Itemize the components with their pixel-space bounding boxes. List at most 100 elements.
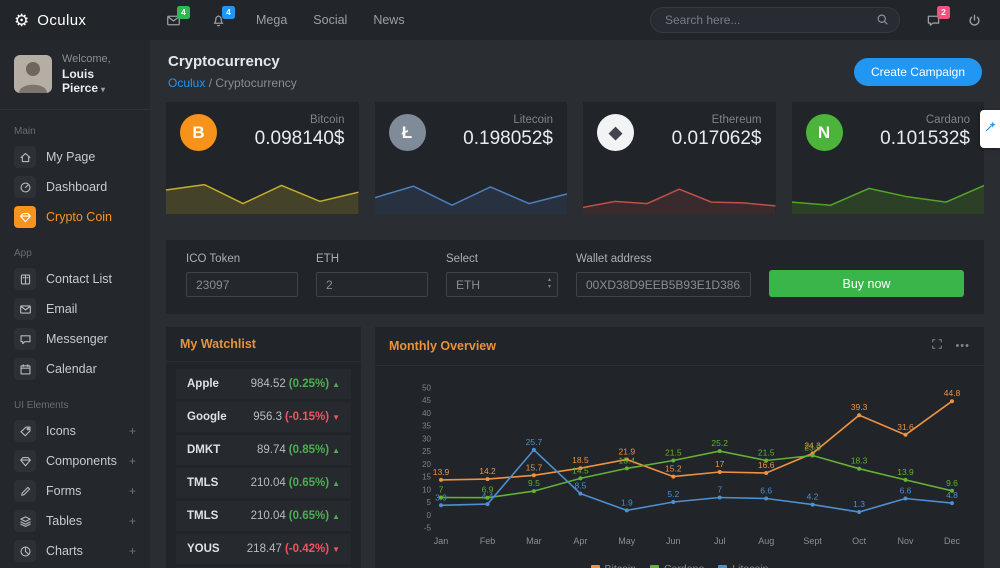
- user-card[interactable]: Welcome, Louis Pierce▾: [0, 53, 150, 110]
- sidebar-item-my-page[interactable]: My Page: [14, 142, 136, 172]
- watchlist-row[interactable]: YOUS218.47(-0.42%)▼: [176, 534, 351, 564]
- sidebar-section-label: UI Elements: [14, 400, 136, 411]
- search-icon[interactable]: [876, 13, 889, 31]
- expand-icon[interactable]: +: [129, 454, 136, 468]
- svg-text:Jul: Jul: [714, 536, 726, 546]
- expand-icon[interactable]: +: [129, 424, 136, 438]
- svg-text:Mar: Mar: [526, 536, 542, 546]
- user-name[interactable]: Louis Pierce▾: [62, 67, 140, 95]
- watchlist-row[interactable]: TMLS210.04(0.65%)▲: [176, 468, 351, 498]
- fullscreen-icon[interactable]: [931, 337, 943, 355]
- bell-icon[interactable]: 4: [211, 13, 226, 28]
- nav-links: Mega Social News: [256, 13, 405, 27]
- sidebar-item-dashboard[interactable]: Dashboard: [14, 172, 136, 202]
- watchlist-row[interactable]: Google956.3(-0.15%)▼: [176, 402, 351, 432]
- chat-icon: [14, 328, 36, 350]
- coin-value: 0.101532$: [880, 128, 970, 150]
- sidebar-item-email[interactable]: Email: [14, 294, 136, 324]
- coin-sparkline: [375, 168, 568, 214]
- sidebar-section-label: App: [14, 248, 136, 259]
- sidebar-item-tables[interactable]: Tables+: [14, 506, 136, 536]
- sidebar-item-forms[interactable]: Forms+: [14, 476, 136, 506]
- more-options-icon[interactable]: •••: [955, 340, 970, 352]
- svg-text:Feb: Feb: [480, 536, 496, 546]
- pie-icon: [14, 540, 36, 562]
- email-icon[interactable]: 4: [166, 13, 181, 28]
- coin-name: Bitcoin: [255, 114, 345, 126]
- expand-icon[interactable]: +: [129, 544, 136, 558]
- brand[interactable]: ⚙ Oculux: [0, 12, 150, 29]
- eth-input[interactable]: [316, 272, 428, 297]
- power-icon[interactable]: [967, 13, 982, 28]
- coin-name: Ethereum: [672, 114, 762, 126]
- coin-value: 0.098140$: [255, 128, 345, 150]
- tag-icon: [14, 420, 36, 442]
- svg-text:50: 50: [422, 384, 431, 393]
- messages-badge: 2: [937, 6, 950, 19]
- svg-text:14.2: 14.2: [479, 466, 496, 476]
- expand-icon[interactable]: +: [129, 514, 136, 528]
- svg-text:23.5: 23.5: [804, 443, 821, 453]
- gem-icon: [14, 450, 36, 472]
- svg-text:13.9: 13.9: [433, 467, 450, 477]
- theme-customizer-button[interactable]: [980, 110, 1000, 148]
- bitcoin-icon: B: [180, 114, 217, 151]
- ico-token-input[interactable]: [186, 272, 298, 297]
- field-label: ICO Token: [186, 253, 298, 265]
- nav-link-mega[interactable]: Mega: [256, 13, 287, 27]
- svg-text:4.8: 4.8: [946, 490, 958, 500]
- buy-now-button[interactable]: Buy now: [769, 270, 964, 297]
- svg-text:5: 5: [427, 498, 432, 507]
- coin-name: Cardano: [880, 114, 970, 126]
- crypto-card-litecoin[interactable]: ŁLitecoin0.198052$: [375, 102, 568, 214]
- svg-text:6.6: 6.6: [900, 486, 912, 496]
- coin-name: Litecoin: [463, 114, 553, 126]
- buy-form: ICO Token ETH Select▴▾ Wallet address Buy n…: [166, 240, 984, 314]
- home-icon: [14, 146, 36, 168]
- svg-text:45: 45: [422, 396, 431, 405]
- sidebar-item-icons[interactable]: Icons+: [14, 416, 136, 446]
- coin-sparkline: [792, 168, 985, 214]
- crypto-card-bitcoin[interactable]: B Bitcoin 0.098140$: [166, 102, 359, 214]
- watchlist-row[interactable]: TMLS210.04(0.65%)▲: [176, 501, 351, 531]
- legend-item-cardano[interactable]: Cardano: [650, 563, 704, 568]
- nav-link-news[interactable]: News: [373, 13, 404, 27]
- watchlist-row[interactable]: DMKT89.74(0.85%)▲: [176, 435, 351, 465]
- search-box: [650, 7, 900, 33]
- svg-text:25: 25: [422, 447, 431, 456]
- svg-text:35: 35: [422, 422, 431, 431]
- sidebar-item-messenger[interactable]: Messenger: [14, 324, 136, 354]
- svg-text:14.5: 14.5: [572, 465, 589, 475]
- form-field-eth: ETH: [316, 253, 428, 297]
- sidebar-item-components[interactable]: Components+: [14, 446, 136, 476]
- crypto-card-cardano[interactable]: NCardano0.101532$: [792, 102, 985, 214]
- expand-icon[interactable]: +: [129, 484, 136, 498]
- svg-text:13.9: 13.9: [897, 467, 914, 477]
- sidebar-item-contact-list[interactable]: Contact List: [14, 264, 136, 294]
- chat-icon[interactable]: 2: [926, 13, 941, 28]
- sidebar-item-calendar[interactable]: Calendar: [14, 354, 136, 384]
- coin-sparkline: [583, 168, 776, 214]
- create-campaign-button[interactable]: Create Campaign: [854, 58, 982, 86]
- breadcrumb-home-link[interactable]: Oculux: [168, 76, 205, 90]
- legend-item-bitcoin[interactable]: Bitcoin: [591, 563, 637, 568]
- sidebar-item-charts[interactable]: Charts+: [14, 536, 136, 566]
- legend-item-litecoin[interactable]: Litecoin: [718, 563, 768, 568]
- sidebar-item-crypto-coin[interactable]: Crypto Coin: [14, 202, 136, 232]
- select-select[interactable]: [446, 272, 558, 297]
- watchlist-row[interactable]: Apple984.52(0.25%)▲: [176, 369, 351, 399]
- svg-text:20: 20: [422, 460, 431, 469]
- coin-value: 0.198052$: [463, 128, 553, 150]
- wallet-address-input[interactable]: [576, 272, 751, 297]
- crypto-card-ethereum[interactable]: ◆Ethereum0.017062$: [583, 102, 776, 214]
- form-field-select: Select▴▾: [446, 253, 558, 297]
- search-input[interactable]: [650, 7, 900, 33]
- svg-text:25.2: 25.2: [711, 438, 728, 448]
- nav-link-social[interactable]: Social: [313, 13, 347, 27]
- sidebar-section-label: Main: [14, 126, 136, 137]
- field-label: Wallet address: [576, 253, 751, 265]
- layers-icon: [14, 510, 36, 532]
- svg-text:5.2: 5.2: [667, 489, 679, 499]
- svg-text:9.5: 9.5: [528, 478, 540, 488]
- welcome-label: Welcome,: [62, 53, 140, 65]
